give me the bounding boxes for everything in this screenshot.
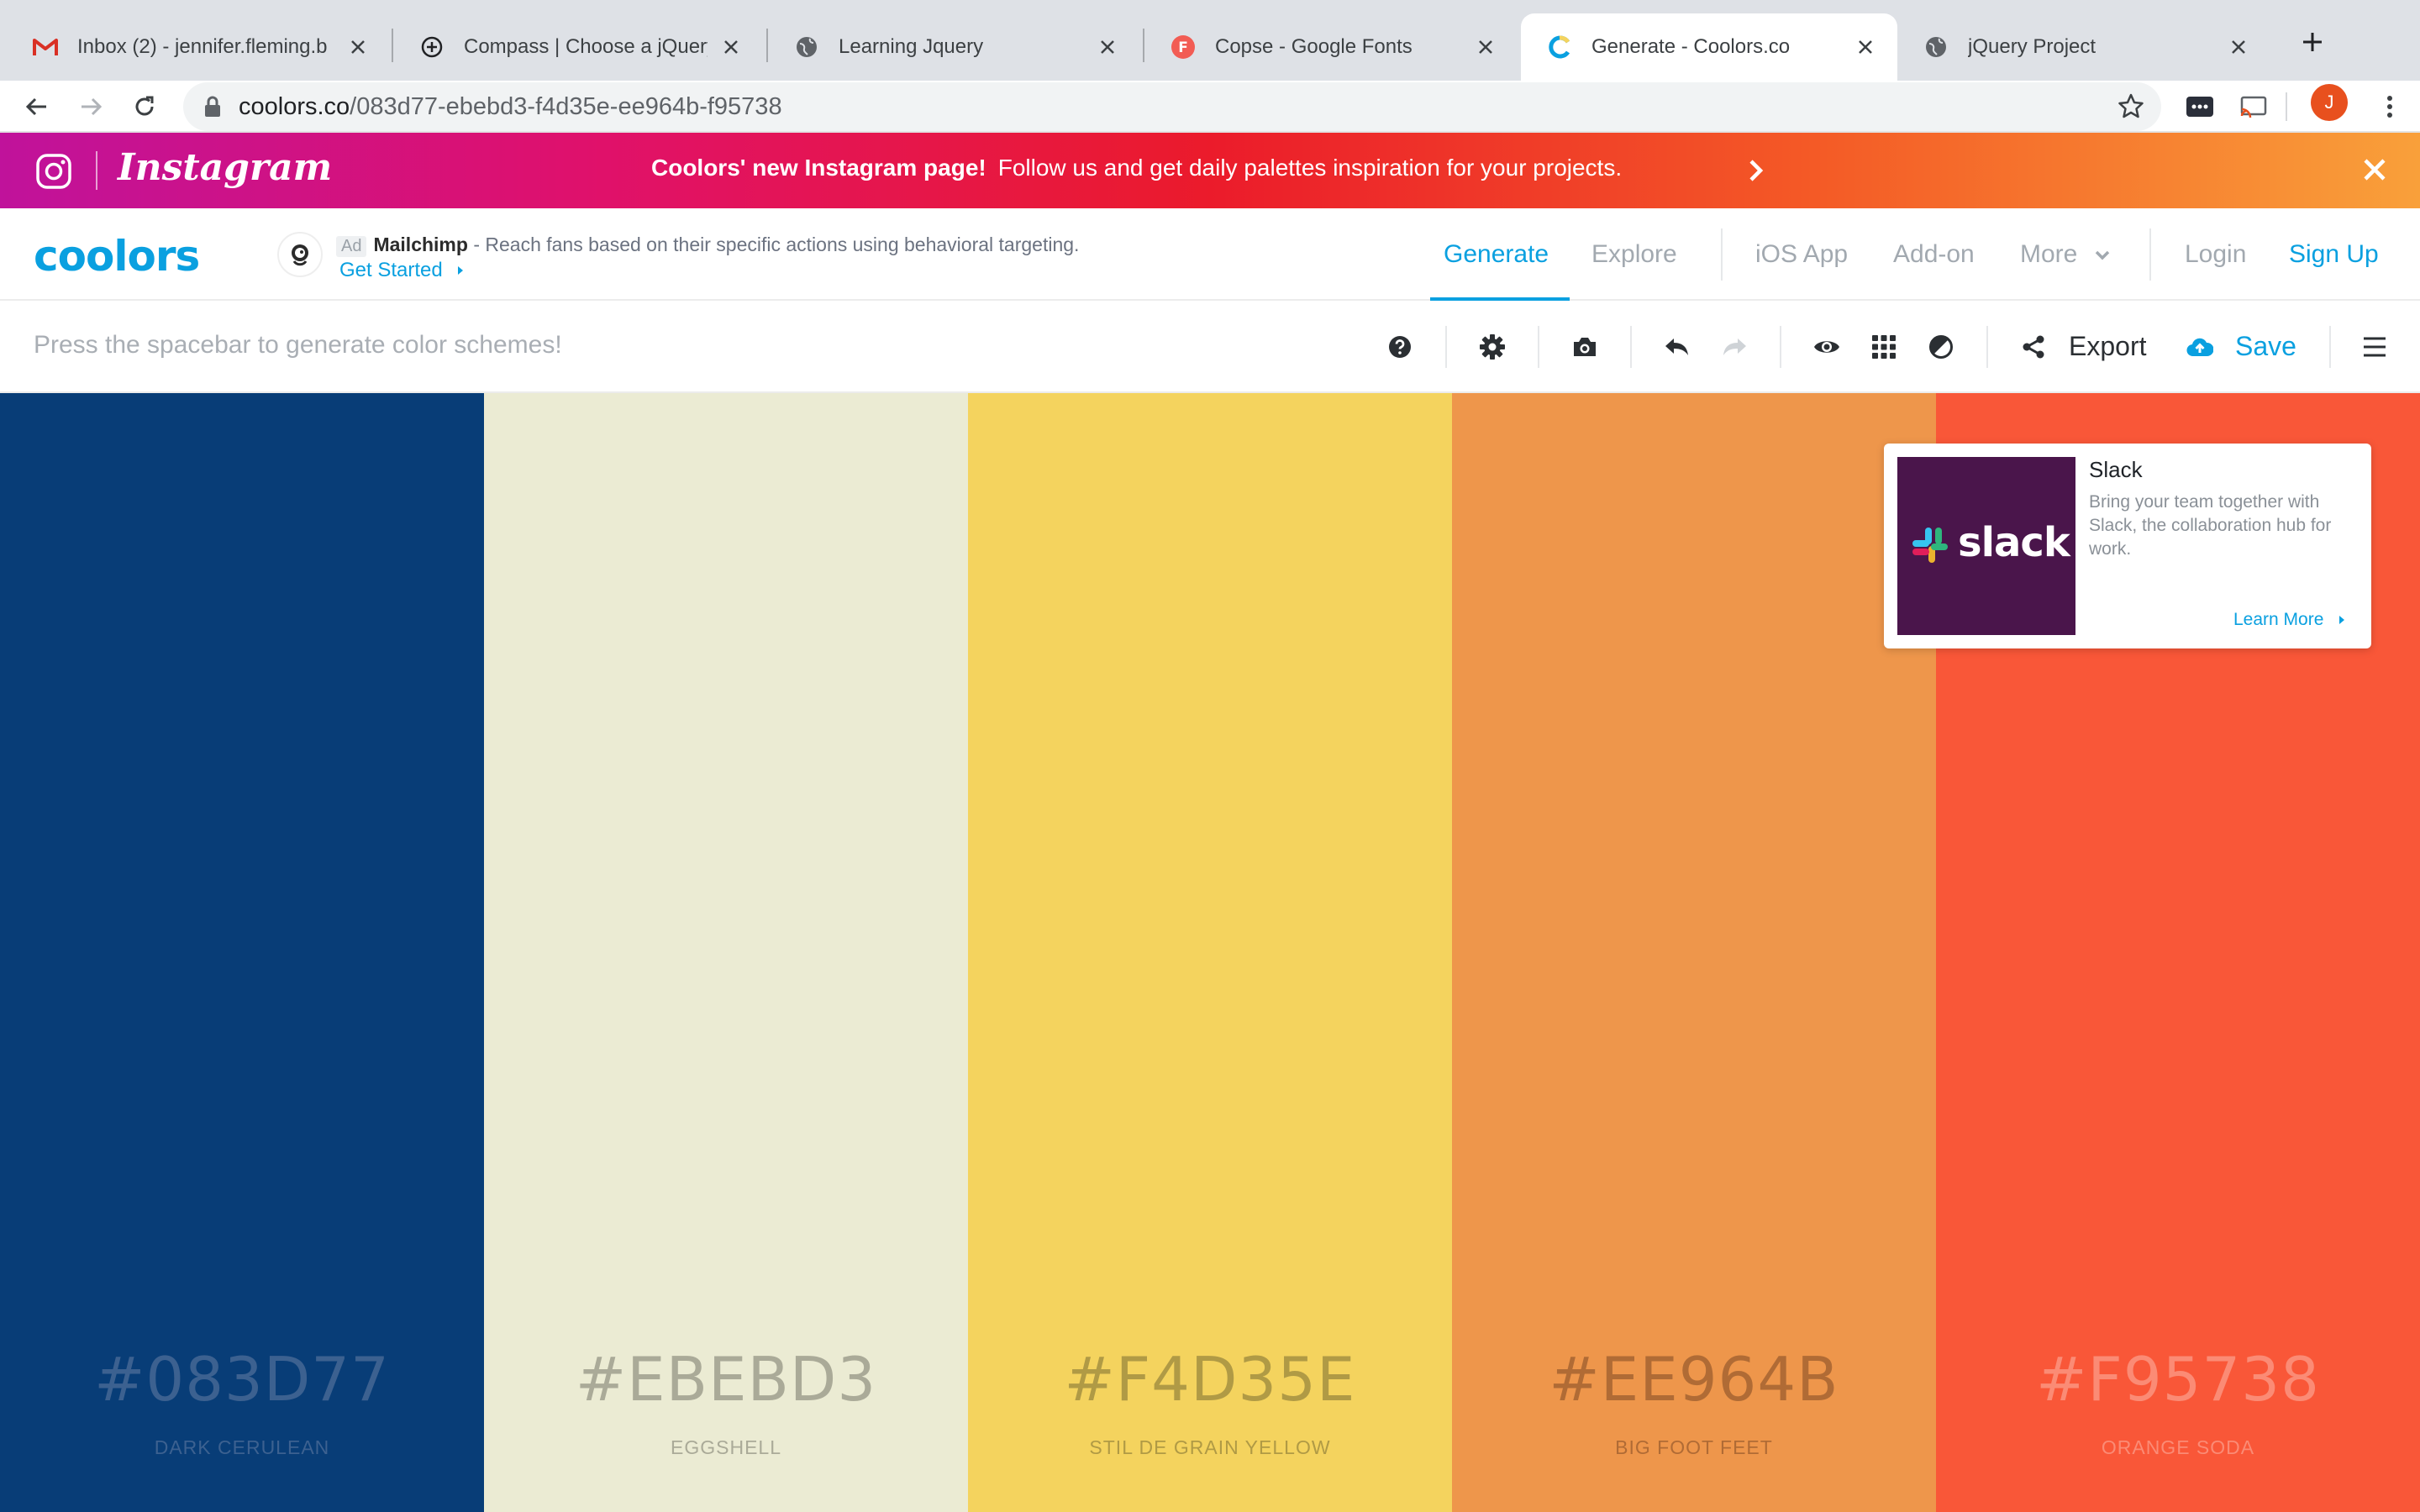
gmail-icon (32, 34, 59, 60)
nav-ios-app[interactable]: iOS App (1755, 240, 1848, 269)
instagram-icon[interactable] (35, 153, 72, 190)
url-text: coolors.co/083d77-ebebd3-f4d35e-ee964b-f… (239, 93, 782, 120)
tab-gmail[interactable]: Inbox (2) - jennifer.fleming.b (7, 13, 390, 81)
slack-ad-card[interactable]: slack Slack Bring your team together wit… (1884, 444, 2371, 648)
site-header: coolors Ad Mailchimp - Reach fans based o… (0, 208, 2420, 301)
close-banner-icon[interactable] (2363, 158, 2386, 181)
close-tab-icon[interactable] (2225, 34, 2252, 60)
color-swatch-1[interactable]: #083D77 DARK CERULEAN (0, 393, 484, 1512)
tab-title: jQuery Project (1968, 35, 2096, 58)
close-tab-icon[interactable] (345, 34, 371, 60)
learn-more-link[interactable]: Learn More (2233, 610, 2346, 630)
help-icon[interactable] (1383, 330, 1417, 364)
tab-title: Inbox (2) - jennifer.fleming.b (77, 35, 328, 58)
profile-avatar[interactable]: J (2311, 84, 2348, 121)
slack-ad-image[interactable]: slack (1897, 457, 2075, 635)
tab-coolors[interactable]: Generate - Coolors.co (1521, 13, 1897, 81)
forward-button[interactable] (74, 90, 108, 123)
swatch-hex[interactable]: #EBEBD3 (484, 1344, 968, 1415)
close-tab-icon[interactable] (1472, 34, 1499, 60)
chevron-down-icon (2095, 250, 2109, 260)
swatch-color-name[interactable]: STIL DE GRAIN YELLOW (968, 1436, 1452, 1459)
promo-text: Follow us and get daily palettes inspira… (997, 155, 1623, 181)
settings-gear-icon[interactable] (1476, 330, 1509, 364)
tab-title: Copse - Google Fonts (1215, 35, 1413, 58)
browser-toolbar: coolors.co/083d77-ebebd3-f4d35e-ee964b-f… (0, 81, 2420, 133)
promo-message[interactable]: Coolors' new Instagram page! Follow us an… (651, 155, 1622, 181)
coolors-icon (1546, 34, 1573, 60)
slack-ad-description: Bring your team together with Slack, the… (2089, 492, 2332, 559)
export-button[interactable]: Export (2069, 331, 2146, 362)
nav-sign-up[interactable]: Sign Up (2289, 240, 2379, 269)
new-tab-button[interactable] (2296, 25, 2329, 59)
svg-text:F: F (1178, 39, 1188, 56)
ad-text: Ad Mailchimp - Reach fans based on their … (336, 234, 1079, 257)
instagram-promo-banner: Instagram Coolors' new Instagram page! Fo… (0, 133, 2420, 208)
tab-learning-jquery[interactable]: Learning Jquery (768, 13, 1139, 81)
chevron-right-icon[interactable] (1748, 158, 1765, 183)
google-fonts-icon: F (1170, 34, 1197, 60)
nav-generate[interactable]: Generate (1444, 240, 1549, 269)
swatch-color-name[interactable]: BIG FOOT FEET (1452, 1436, 1936, 1459)
swatch-hex[interactable]: #F4D35E (968, 1344, 1452, 1415)
address-bar[interactable]: coolors.co/083d77-ebebd3-f4d35e-ee964b-f… (183, 82, 2161, 131)
camera-icon[interactable] (1568, 330, 1602, 364)
color-swatch-3[interactable]: #F4D35E STIL DE GRAIN YELLOW (968, 393, 1452, 1512)
swatch-hex[interactable]: #EE964B (1452, 1344, 1936, 1415)
cloud-upload-icon[interactable] (2183, 330, 2217, 364)
close-tab-icon[interactable] (1094, 34, 1121, 60)
undo-icon[interactable] (1660, 330, 1694, 364)
bookmark-star-icon[interactable] (2118, 92, 2144, 119)
hamburger-menu-icon[interactable] (2358, 330, 2391, 364)
spacebar-hint: Press the spacebar to generate color sch… (34, 331, 562, 359)
swatch-color-name[interactable]: DARK CERULEAN (0, 1436, 484, 1459)
swatch-hex[interactable]: #083D77 (0, 1344, 484, 1415)
promo-headline: Coolors' new Instagram page! (651, 155, 986, 181)
nav-add-on[interactable]: Add-on (1893, 240, 1975, 269)
cast-icon[interactable] (2238, 92, 2269, 122)
nav-login[interactable]: Login (2185, 240, 2246, 269)
swatch-color-name[interactable]: EGGSHELL (484, 1436, 968, 1459)
grid-view-icon[interactable] (1867, 330, 1901, 364)
color-blind-icon[interactable] (1924, 330, 1958, 364)
share-icon[interactable] (2017, 330, 2050, 364)
swatch-hex[interactable]: #F95738 (1936, 1344, 2420, 1415)
slack-ad-title: Slack (2089, 457, 2143, 482)
close-tab-icon[interactable] (1852, 34, 1879, 60)
generator-toolbar: Press the spacebar to generate color sch… (0, 301, 2420, 393)
tab-jquery-project[interactable]: jQuery Project (1897, 13, 2270, 81)
close-tab-icon[interactable] (718, 34, 744, 60)
swatch-color-name[interactable]: ORANGE SODA (1936, 1436, 2420, 1459)
tab-title: Generate - Coolors.co (1591, 35, 1791, 58)
view-eye-icon[interactable] (1810, 330, 1844, 364)
back-button[interactable] (20, 90, 54, 123)
ad-cta-link[interactable]: Get Started (339, 259, 465, 282)
chrome-menu-icon[interactable] (2375, 92, 2405, 122)
nav-explore[interactable]: Explore (1591, 240, 1677, 269)
color-swatch-2[interactable]: #EBEBD3 EGGSHELL (484, 393, 968, 1512)
color-swatch-4[interactable]: #EE964B BIG FOOT FEET (1452, 393, 1936, 1512)
tab-title: Compass | Choose a jQuery (464, 35, 708, 58)
coolors-logo[interactable]: coolors (34, 232, 200, 281)
browser-tab-strip: Inbox (2) - jennifer.fleming.b Compass |… (0, 0, 2420, 81)
tab-compass[interactable]: Compass | Choose a jQuery (393, 13, 763, 81)
save-button[interactable]: Save (2235, 331, 2296, 362)
redo-icon[interactable] (1718, 330, 1751, 364)
mailchimp-icon (277, 232, 323, 277)
globe-icon (793, 34, 820, 60)
extension-icon[interactable] (2185, 92, 2215, 122)
instagram-wordmark[interactable]: Instagram (118, 146, 332, 189)
slack-logo-icon (1911, 526, 1949, 564)
lock-icon (203, 96, 222, 118)
compass-icon (418, 34, 445, 60)
globe-icon (1923, 34, 1949, 60)
tab-google-fonts[interactable]: F Copse - Google Fonts (1144, 13, 1518, 81)
slack-wordmark: slack (1958, 519, 2070, 566)
tab-title: Learning Jquery (839, 35, 984, 58)
nav-more[interactable]: More (2020, 240, 2110, 269)
reload-button[interactable] (128, 90, 161, 123)
